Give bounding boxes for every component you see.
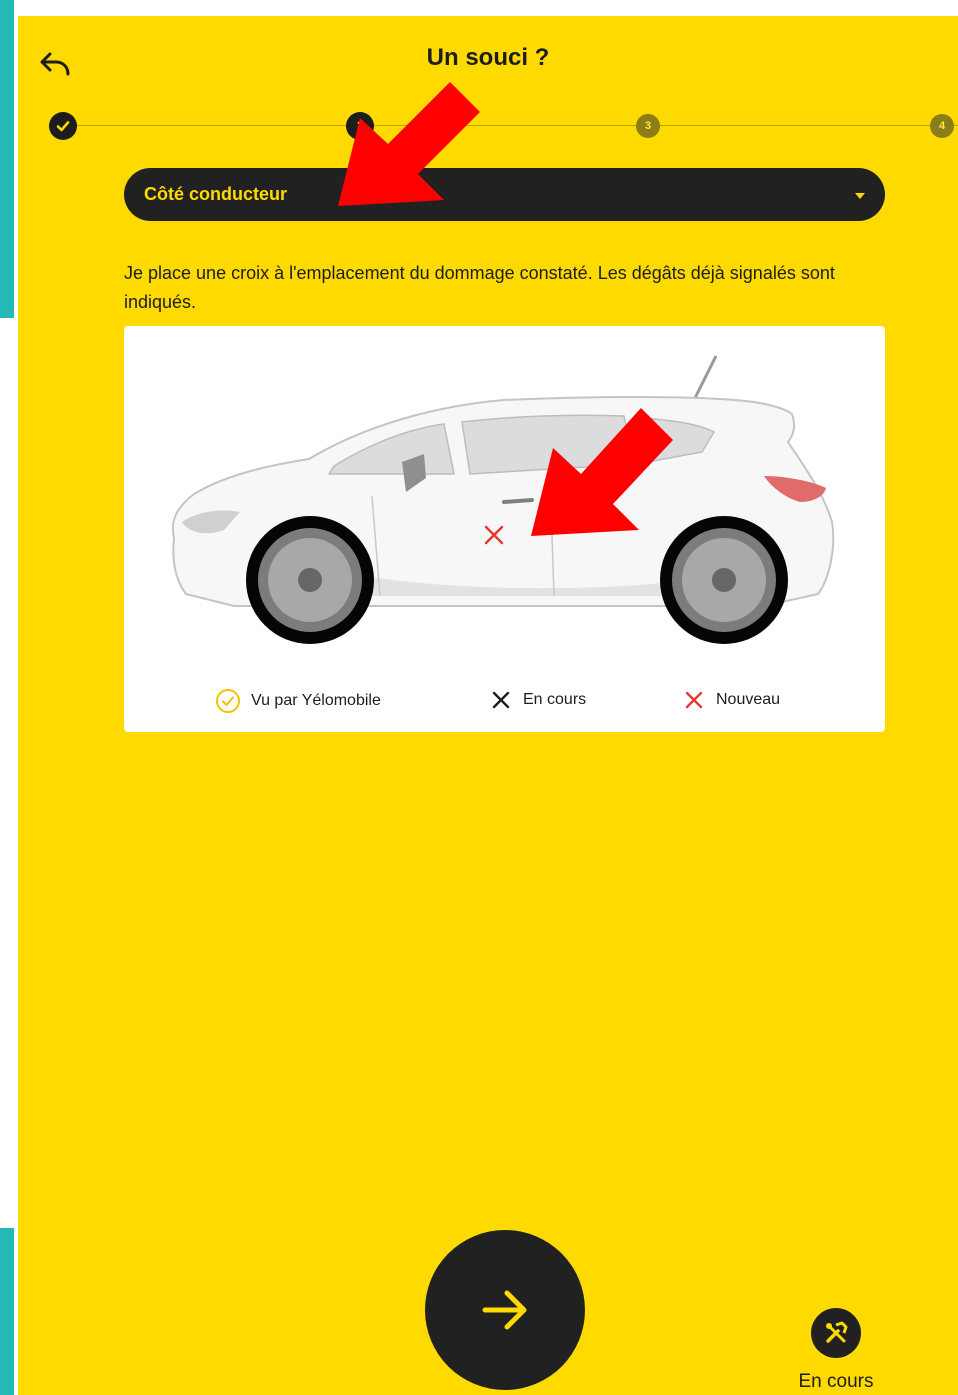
next-button[interactable]	[425, 1230, 585, 1390]
legend-new: Nouveau	[682, 688, 780, 712]
step-2-current: 2	[346, 112, 374, 140]
background-window-edge-bottom	[0, 1228, 14, 1395]
new-damage-marker-icon[interactable]	[479, 520, 509, 550]
legend-in-progress: En cours	[489, 688, 586, 712]
step-1-done	[49, 112, 77, 140]
stepper-track	[64, 125, 958, 126]
rear-wheel	[660, 516, 788, 644]
ongoing-rental-label: En cours	[798, 1371, 874, 1392]
damage-diagram-card: Vu par Yélomobile En cours Nouveau	[124, 326, 885, 732]
step-4-pending: 4	[930, 114, 954, 138]
legend-seen-label: Vu par Yélomobile	[251, 692, 381, 709]
car-antenna	[692, 355, 718, 401]
cross-icon	[685, 691, 703, 709]
vehicle-side-select[interactable]: Côté conducteur	[124, 168, 885, 221]
legend-new-label: Nouveau	[716, 691, 781, 708]
chevron-down-icon	[855, 193, 865, 199]
instruction-text: Je place une croix à l'emplacement du do…	[124, 263, 835, 312]
check-icon	[56, 121, 70, 132]
legend-in-progress-label: En cours	[523, 691, 587, 708]
step-3-pending: 3	[636, 114, 660, 138]
legend-seen: Vu par Yélomobile	[215, 688, 381, 714]
cross-icon	[492, 691, 510, 709]
status-icon-circle	[811, 1308, 861, 1358]
front-wheel	[246, 516, 374, 644]
tools-icon	[826, 1321, 848, 1343]
vehicle-side-selected-value: Côté conducteur	[144, 184, 288, 204]
damage-report-screen: Un souci ? 2 3 4 Côté conducteur Je plac…	[18, 16, 958, 1395]
arrow-right-icon	[482, 1290, 527, 1330]
page-title: Un souci ?	[426, 44, 550, 71]
background-window-edge-top	[0, 0, 14, 318]
check-circle-icon	[216, 689, 240, 713]
car-diagram[interactable]	[124, 326, 885, 676]
car-window-rear	[461, 414, 635, 475]
ongoing-rental-button[interactable]: En cours	[792, 1306, 886, 1395]
car-door-handle	[502, 498, 534, 504]
